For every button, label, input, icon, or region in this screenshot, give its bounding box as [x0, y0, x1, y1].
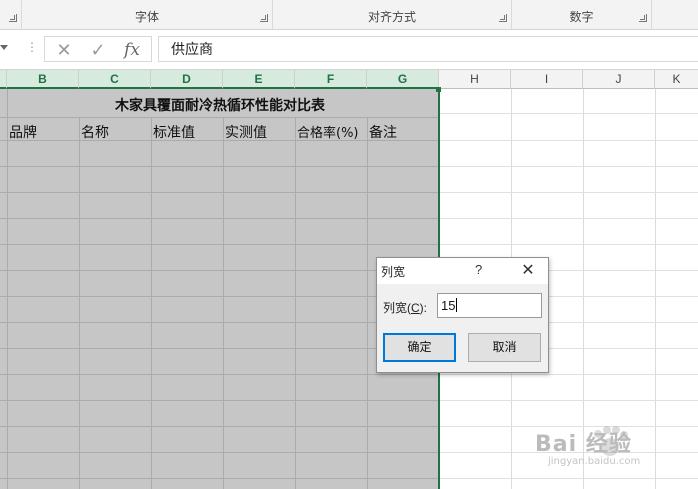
- text-caret: [456, 298, 458, 312]
- column-header-d[interactable]: D: [151, 70, 223, 89]
- gridline: [0, 117, 440, 118]
- formula-bar-grip-icon[interactable]: ⋮: [26, 40, 38, 54]
- column-header-g[interactable]: G: [367, 70, 439, 89]
- close-icon[interactable]: ✕: [517, 261, 539, 281]
- gridline: [440, 374, 698, 375]
- column-width-value: 15: [441, 298, 456, 313]
- gridline: [0, 322, 440, 323]
- header-cell[interactable]: 备注: [369, 122, 397, 142]
- column-header-e[interactable]: E: [223, 70, 295, 89]
- gridline: [440, 192, 698, 193]
- ok-button[interactable]: 确定: [383, 333, 456, 362]
- gridline: [223, 118, 224, 140]
- column-width-label: 列宽(C):: [383, 299, 427, 316]
- column-header-i[interactable]: I: [511, 70, 583, 89]
- ribbon-group-prev: [0, 0, 22, 30]
- dialog-titlebar[interactable]: 列宽 ? ✕: [377, 258, 548, 284]
- gridline: [0, 192, 440, 193]
- cancel-entry-icon[interactable]: ✕: [49, 39, 79, 61]
- column-header-c[interactable]: C: [79, 70, 151, 89]
- gridline: [440, 478, 698, 479]
- gridline: [0, 348, 440, 349]
- ribbon-group-alignment: 对齐方式: [273, 0, 512, 30]
- accelerator-key: C: [411, 301, 420, 315]
- gridline: [295, 118, 296, 140]
- gridline: [0, 166, 440, 167]
- header-cell[interactable]: 标准值: [153, 122, 195, 142]
- ribbon-group-label: 字体: [134, 10, 159, 24]
- gridline: [440, 244, 698, 245]
- gridline: [367, 118, 368, 140]
- column-header-a[interactable]: [0, 70, 7, 89]
- label-text-end: ):: [419, 301, 428, 315]
- help-icon[interactable]: ?: [475, 262, 482, 277]
- gridline: [0, 244, 440, 245]
- header-cell[interactable]: 品牌: [9, 122, 37, 142]
- gridline: [440, 166, 698, 167]
- gridline: [0, 270, 440, 271]
- confirm-entry-icon[interactable]: ✓: [83, 39, 113, 61]
- gridline: [0, 374, 440, 375]
- font-dialog-launcher-icon[interactable]: [260, 14, 268, 22]
- ribbon-group-labels: 字体 对齐方式 数字: [0, 0, 698, 30]
- gridline: [0, 478, 440, 479]
- label-text: 列宽(: [383, 301, 411, 315]
- gridline: [440, 218, 698, 219]
- sheet-title-cell[interactable]: 木家具覆面耐冷热循环性能对比表: [0, 95, 440, 115]
- gridline: [79, 118, 80, 140]
- formula-input[interactable]: 供应商: [158, 36, 698, 62]
- gridline: [0, 218, 440, 219]
- gridline: [440, 113, 698, 114]
- column-header-f[interactable]: F: [295, 70, 367, 89]
- gridline: [7, 89, 8, 489]
- ribbon-group-font: 字体: [22, 0, 273, 30]
- dialog-launcher-icon[interactable]: [9, 14, 17, 22]
- gridline: [0, 426, 440, 427]
- column-header-b[interactable]: B: [7, 70, 79, 89]
- column-header-j[interactable]: J: [583, 70, 655, 89]
- gridline: [0, 400, 440, 401]
- gridline: [0, 452, 440, 453]
- insert-function-icon[interactable]: fx: [117, 39, 147, 61]
- header-cell[interactable]: 名称: [81, 122, 109, 142]
- ribbon-group-number: 数字: [512, 0, 652, 30]
- number-dialog-launcher-icon[interactable]: [639, 14, 647, 22]
- cancel-button[interactable]: 取消: [468, 333, 541, 362]
- gridline: [0, 296, 440, 297]
- formula-bar-buttons: ✕ ✓ fx: [44, 36, 152, 62]
- dialog-title: 列宽: [381, 265, 406, 279]
- gridline: [440, 400, 698, 401]
- ribbon-group-label: 对齐方式: [367, 10, 416, 24]
- column-header-h[interactable]: H: [439, 70, 511, 89]
- gridline: [151, 118, 152, 140]
- column-header-k[interactable]: K: [655, 70, 698, 89]
- fill-handle[interactable]: [436, 87, 441, 92]
- watermark-brand: Bai 经验: [535, 432, 632, 457]
- gridline: [440, 140, 698, 141]
- watermark-url: jingyan.baidu.com: [548, 456, 641, 467]
- header-cell[interactable]: 合格率(%): [297, 122, 359, 141]
- selected-range[interactable]: [0, 89, 440, 489]
- column-width-input[interactable]: 15: [437, 293, 542, 318]
- name-box-dropdown-icon[interactable]: [0, 45, 8, 50]
- header-cell[interactable]: 实测值: [225, 122, 267, 142]
- column-width-dialog: 列宽 ? ✕ 列宽(C): 15 确定 取消: [376, 257, 549, 373]
- alignment-dialog-launcher-icon[interactable]: [499, 14, 507, 22]
- ribbon-group-label: 数字: [569, 10, 594, 24]
